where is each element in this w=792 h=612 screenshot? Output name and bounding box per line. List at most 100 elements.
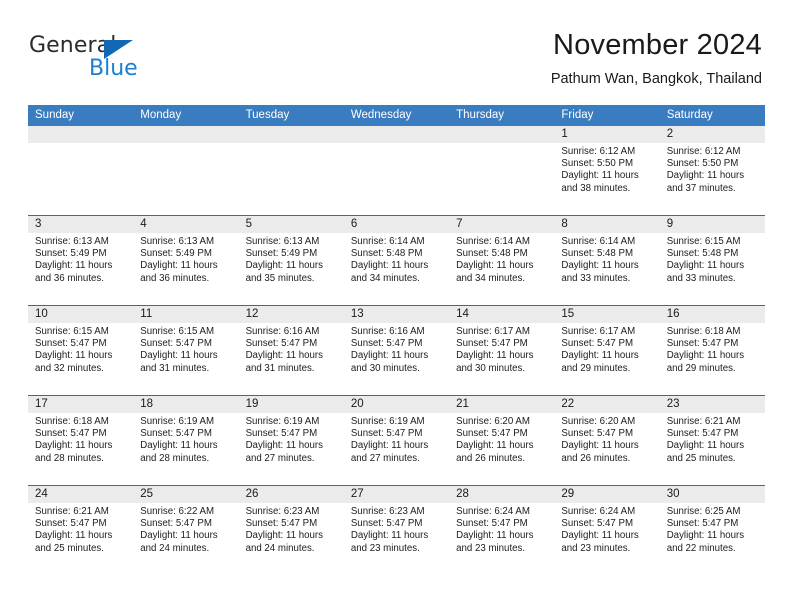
calendar-day-cell[interactable]: 1 Sunrise: 6:12 AM Sunset: 5:50 PM Daylight… (554, 126, 660, 215)
day-details: Sunrise: 6:21 AM Sunset: 5:47 PM Daylight:… (660, 413, 765, 465)
calendar-day-cell[interactable]: 8 Sunrise: 6:14 AM Sunset: 5:48 PM Daylight… (554, 216, 660, 305)
sunrise-text: Sunrise: 6:24 AM (561, 506, 636, 517)
day-number: 9 (659, 216, 765, 233)
calendar-day-cell[interactable]: 13 Sunrise: 6:16 AM Sunset: 5:47 PM Dayligh… (343, 306, 450, 395)
sunrise-text: Sunrise: 6:19 AM (245, 416, 320, 427)
day-number: 23 (659, 396, 765, 413)
calendar-day-cell[interactable]: 14 Sunrise: 6:17 AM Sunset: 5:47 PM Dayligh… (449, 306, 555, 395)
sunset-text: Sunset: 5:48 PM (350, 248, 423, 260)
calendar-day-cell[interactable]: 22 Sunrise: 6:20 AM Sunset: 5:47 PM Dayligh… (554, 396, 660, 485)
sunrise-text: Sunrise: 6:21 AM (666, 416, 741, 427)
day-number: 27 (343, 486, 450, 503)
sunset-text: Sunset: 5:47 PM (140, 518, 212, 530)
calendar-day-cell[interactable]: 21 Sunrise: 6:20 AM Sunset: 5:47 PM Dayligh… (449, 396, 555, 485)
sunrise-text: Sunrise: 6:23 AM (350, 506, 425, 517)
calendar-day-cell[interactable]: 3 Sunrise: 6:13 AM Sunset: 5:49 PM Daylight… (28, 216, 134, 305)
calendar-day-cell[interactable]: 7 Sunrise: 6:14 AM Sunset: 5:48 PM Daylight… (449, 216, 555, 305)
calendar-day-cell[interactable]: 23 Sunrise: 6:21 AM Sunset: 5:47 PM Dayligh… (659, 396, 765, 485)
sunset-text: Sunset: 5:48 PM (456, 248, 528, 260)
calendar-day-cell[interactable]: 9 Sunrise: 6:15 AM Sunset: 5:48 PM Daylight… (659, 216, 765, 305)
day-details: Sunrise: 6:20 AM Sunset: 5:47 PM Daylight:… (449, 413, 554, 465)
sunset-text: Sunset: 5:47 PM (561, 428, 634, 440)
calendar-day-cell[interactable]: 4 Sunrise: 6:13 AM Sunset: 5:49 PM Daylight… (133, 216, 239, 305)
sunrise-text: Sunrise: 6:24 AM (456, 506, 530, 517)
day-details: Sunrise: 6:23 AM Sunset: 5:47 PM Daylight:… (239, 503, 344, 555)
calendar-day-cell[interactable]: 11 Sunrise: 6:15 AM Sunset: 5:47 PM Dayligh… (133, 306, 239, 395)
calendar-day-cell[interactable]: 6 Sunrise: 6:14 AM Sunset: 5:48 PM Daylight… (343, 216, 450, 305)
weekday-header-tuesday: Tuesday (245, 109, 290, 121)
daylight-text: Daylight: 11 hours and 32 minutes. (35, 350, 113, 374)
calendar-day-cell[interactable]: 27 Sunrise: 6:23 AM Sunset: 5:47 PM Dayligh… (343, 486, 450, 575)
day-number: 15 (554, 306, 660, 323)
day-number: 8 (554, 216, 660, 233)
day-details: Sunrise: 6:19 AM Sunset: 5:47 PM Daylight:… (133, 413, 238, 465)
day-details: Sunrise: 6:12 AM Sunset: 5:50 PM Daylight:… (660, 143, 765, 195)
sunset-text: Sunset: 5:49 PM (245, 248, 318, 260)
sunrise-text: Sunrise: 6:15 AM (35, 326, 109, 337)
daylight-text: Daylight: 11 hours and 36 minutes. (140, 260, 218, 284)
sunset-text: Sunset: 5:49 PM (35, 248, 107, 260)
day-details: Sunrise: 6:17 AM Sunset: 5:47 PM Daylight:… (449, 323, 554, 375)
day-number: 2 (659, 126, 765, 143)
sunset-text: Sunset: 5:47 PM (561, 338, 634, 350)
day-details: Sunrise: 6:24 AM Sunset: 5:47 PM Daylight:… (449, 503, 554, 555)
page-header: General Blue November 2024 Pathum Wan, B… (0, 0, 792, 100)
sunset-text: Sunset: 5:47 PM (245, 518, 318, 530)
sunrise-text: Sunrise: 6:20 AM (561, 416, 636, 427)
weekday-header-thursday: Thursday (456, 109, 505, 121)
daylight-text: Daylight: 11 hours and 38 minutes. (561, 170, 639, 194)
daylight-text: Daylight: 11 hours and 29 minutes. (561, 350, 639, 374)
calendar-day-cell[interactable]: 30 Sunrise: 6:25 AM Sunset: 5:47 PM Dayligh… (659, 486, 765, 575)
calendar-day-cell[interactable]: 18 Sunrise: 6:19 AM Sunset: 5:47 PM Dayligh… (133, 396, 239, 485)
calendar-day-cell[interactable]: 5 Sunrise: 6:13 AM Sunset: 5:49 PM Daylight… (238, 216, 344, 305)
daylight-text: Daylight: 11 hours and 34 minutes. (350, 260, 429, 284)
sunset-text: Sunset: 5:49 PM (140, 248, 212, 260)
calendar-day-cell-empty[interactable] (28, 126, 134, 215)
day-number (238, 126, 344, 143)
calendar-day-cell[interactable]: 2 Sunrise: 6:12 AM Sunset: 5:50 PM Daylight… (659, 126, 765, 215)
day-details: Sunrise: 6:18 AM Sunset: 5:47 PM Daylight:… (28, 413, 133, 465)
weekday-header-row: Sunday Monday Tuesday Wednesday Thursday Frid… (28, 105, 765, 126)
sunrise-text: Sunrise: 6:14 AM (456, 236, 530, 247)
calendar-day-cell[interactable]: 28 Sunrise: 6:24 AM Sunset: 5:47 PM Dayligh… (449, 486, 555, 575)
day-number: 28 (449, 486, 555, 503)
calendar-day-cell[interactable]: 12 Sunrise: 6:16 AM Sunset: 5:47 PM Dayligh… (238, 306, 344, 395)
sunrise-text: Sunrise: 6:23 AM (245, 506, 320, 517)
calendar-day-cell-empty[interactable] (343, 126, 450, 215)
daylight-text: Daylight: 11 hours and 24 minutes. (140, 530, 218, 554)
day-details: Sunrise: 6:16 AM Sunset: 5:47 PM Daylight:… (344, 323, 449, 375)
sunset-text: Sunset: 5:47 PM (350, 338, 423, 350)
day-number: 26 (238, 486, 344, 503)
daylight-text: Daylight: 11 hours and 28 minutes. (35, 440, 113, 464)
calendar-day-cell[interactable]: 10 Sunrise: 6:15 AM Sunset: 5:47 PM Dayligh… (28, 306, 134, 395)
day-number: 17 (28, 396, 134, 413)
calendar-day-cell[interactable]: 29 Sunrise: 6:24 AM Sunset: 5:47 PM Dayligh… (554, 486, 660, 575)
calendar-day-cell[interactable]: 17 Sunrise: 6:18 AM Sunset: 5:47 PM Dayligh… (28, 396, 134, 485)
sunrise-text: Sunrise: 6:13 AM (35, 236, 109, 247)
calendar-day-cell[interactable]: 25 Sunrise: 6:22 AM Sunset: 5:47 PM Dayligh… (133, 486, 239, 575)
sunrise-text: Sunrise: 6:12 AM (561, 146, 636, 157)
calendar-day-cell[interactable]: 20 Sunrise: 6:19 AM Sunset: 5:47 PM Dayligh… (343, 396, 450, 485)
calendar-day-cell-empty[interactable] (133, 126, 239, 215)
calendar-day-cell-empty[interactable] (449, 126, 555, 215)
calendar-day-cell-empty[interactable] (238, 126, 344, 215)
day-details: Sunrise: 6:18 AM Sunset: 5:47 PM Daylight:… (660, 323, 765, 375)
calendar-day-cell[interactable]: 15 Sunrise: 6:17 AM Sunset: 5:47 PM Dayligh… (554, 306, 660, 395)
daylight-text: Daylight: 11 hours and 23 minutes. (350, 530, 429, 554)
daylight-text: Daylight: 11 hours and 34 minutes. (456, 260, 534, 284)
day-number: 10 (28, 306, 134, 323)
sunrise-text: Sunrise: 6:17 AM (456, 326, 530, 337)
weekday-header-monday: Monday (140, 109, 182, 121)
day-number: 7 (449, 216, 555, 233)
calendar-day-cell[interactable]: 16 Sunrise: 6:18 AM Sunset: 5:47 PM Dayligh… (659, 306, 765, 395)
calendar-day-cell[interactable]: 19 Sunrise: 6:19 AM Sunset: 5:47 PM Dayligh… (238, 396, 344, 485)
sunset-text: Sunset: 5:47 PM (666, 518, 739, 530)
daylight-text: Daylight: 11 hours and 22 minutes. (666, 530, 745, 554)
sunset-text: Sunset: 5:48 PM (666, 248, 739, 260)
calendar-day-cell[interactable]: 24 Sunrise: 6:21 AM Sunset: 5:47 PM Dayligh… (28, 486, 134, 575)
calendar-grid: Sunday Monday Tuesday Wednesday Thursday Frid… (28, 105, 765, 575)
day-number (343, 126, 450, 143)
sunset-text: Sunset: 5:50 PM (561, 158, 634, 170)
sunrise-text: Sunrise: 6:17 AM (561, 326, 636, 337)
calendar-day-cell[interactable]: 26 Sunrise: 6:23 AM Sunset: 5:47 PM Dayligh… (238, 486, 344, 575)
